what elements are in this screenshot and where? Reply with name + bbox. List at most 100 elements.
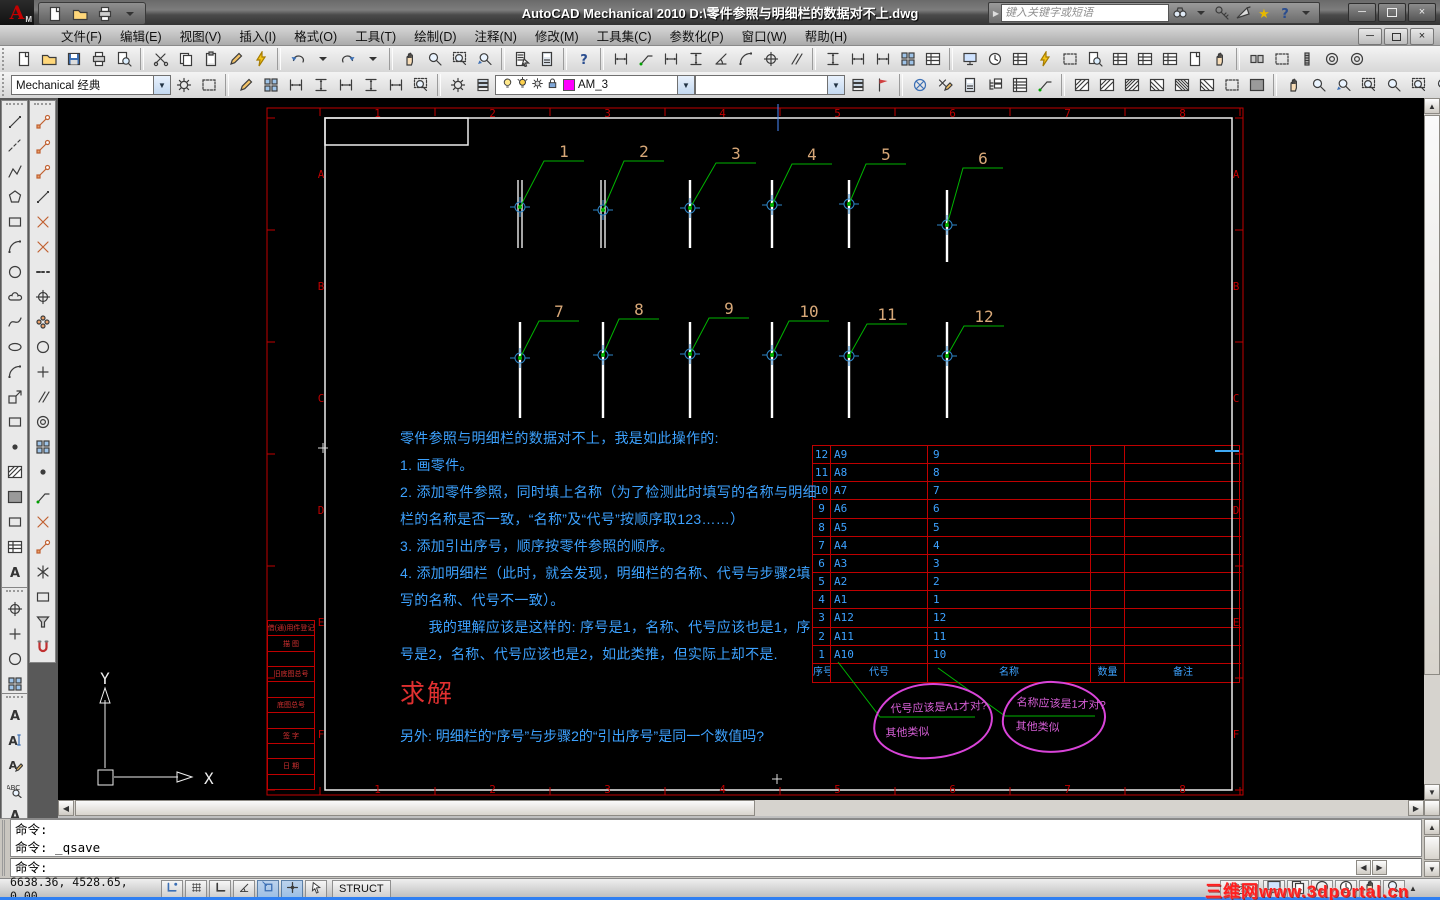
dim-insert-button[interactable] <box>308 74 333 97</box>
search-dropdown-button[interactable] <box>1192 2 1210 25</box>
zoom-previous-button[interactable] <box>472 48 497 71</box>
zoom-window2-button[interactable] <box>1356 74 1381 97</box>
zoom-scale-button[interactable] <box>1406 74 1431 97</box>
layer-dropdown-icon[interactable]: ▼ <box>677 76 694 94</box>
toolbar-grip[interactable] <box>2 74 9 96</box>
command-history[interactable]: 命令: 命令: _qsave <box>10 819 1422 857</box>
construction-diag-button[interactable] <box>30 187 55 212</box>
revision-date-button[interactable] <box>982 48 1007 71</box>
communication-center-button[interactable] <box>1234 2 1252 25</box>
workspace-save-button[interactable] <box>196 74 221 97</box>
zoom-dynamic-button[interactable] <box>1381 74 1406 97</box>
menu-window[interactable]: 窗口(W) <box>733 24 796 47</box>
spline-button[interactable] <box>2 312 27 337</box>
dim-linear-button[interactable] <box>658 48 683 71</box>
scroll-right-button[interactable]: ▶ <box>1408 800 1424 816</box>
menu-edit[interactable]: 编辑(E) <box>111 24 171 47</box>
vertical-scroll-thumb[interactable] <box>1424 115 1440 675</box>
gradient-button[interactable] <box>2 487 27 512</box>
dim-block-button[interactable] <box>258 74 283 97</box>
qat-plot-button[interactable] <box>92 2 117 25</box>
hatch-ansi34-button[interactable] <box>1144 74 1169 97</box>
bolt-pattern-button[interactable] <box>30 312 55 337</box>
zoom-previous2-button[interactable] <box>1331 74 1356 97</box>
hatch-ansi36-button[interactable] <box>1194 74 1219 97</box>
qat-open-button[interactable] <box>67 2 92 25</box>
circle-center-button[interactable] <box>2 649 27 674</box>
shaft-generator-button[interactable] <box>1244 48 1269 71</box>
structure-tree-button[interactable] <box>982 74 1007 97</box>
hatch-user-button[interactable] <box>1219 74 1244 97</box>
pan-button[interactable] <box>397 48 422 71</box>
otrack-toggle[interactable] <box>281 879 303 898</box>
dash-dot-button[interactable] <box>30 262 55 287</box>
qat-dropdown-button[interactable] <box>117 2 142 25</box>
dim-arrange-button[interactable] <box>358 74 383 97</box>
paste-button[interactable] <box>198 48 223 71</box>
leader-note-button[interactable] <box>633 48 658 71</box>
zoom-extents-button[interactable] <box>1431 74 1440 97</box>
table-update-button[interactable] <box>1157 48 1182 71</box>
horizontal-scrollbar[interactable]: ◀ ▶ <box>58 800 1424 816</box>
make-block-button[interactable] <box>2 412 27 437</box>
find-text-button[interactable]: ABC <box>2 780 27 805</box>
edit-dimension-button[interactable] <box>233 74 258 97</box>
menu-toolsets[interactable]: 工具集(C) <box>588 24 661 47</box>
drawing-restore-button[interactable] <box>1384 28 1408 45</box>
object-stack-button[interactable] <box>845 74 870 97</box>
layer-plot-icon[interactable] <box>531 77 544 93</box>
quickcalc-button[interactable] <box>534 48 559 71</box>
symbol-edit-button[interactable] <box>932 74 957 97</box>
plot-preview-button[interactable] <box>111 48 136 71</box>
ball-symbol-button[interactable] <box>30 337 55 362</box>
hole-center-button[interactable] <box>30 287 55 312</box>
rectangle-button[interactable] <box>2 212 27 237</box>
multiline-text2-button[interactable]: A <box>2 730 27 755</box>
table-insert-button[interactable] <box>1107 48 1132 71</box>
construction-line-button[interactable] <box>2 137 27 162</box>
help-button[interactable]: ? <box>571 48 596 71</box>
app-minimize-button[interactable]: ─ <box>1348 3 1376 22</box>
app-restore-button[interactable] <box>1378 3 1406 22</box>
layer-previous-button[interactable] <box>470 74 495 97</box>
single-text-button[interactable]: A <box>2 705 27 730</box>
menu-insert[interactable]: 插入(I) <box>230 24 285 47</box>
power-snap-button[interactable] <box>30 637 55 662</box>
dim-stack-button[interactable] <box>895 48 920 71</box>
dim-ordinate-button[interactable] <box>683 48 708 71</box>
node-line-button[interactable] <box>30 112 55 137</box>
screw-connection-button[interactable] <box>1294 48 1319 71</box>
style-dropdown-icon[interactable]: ▼ <box>827 76 844 94</box>
bearing-outer-button[interactable] <box>1319 48 1344 71</box>
cut-button[interactable] <box>148 48 173 71</box>
dim-baseline-button[interactable] <box>845 48 870 71</box>
ortho-toggle[interactable] <box>209 879 231 898</box>
revcloud-button[interactable] <box>2 287 27 312</box>
layer-thaw-icon[interactable] <box>516 76 529 93</box>
scroll-down-button[interactable]: ▼ <box>1424 784 1440 800</box>
hatch-ansi35-button[interactable] <box>1169 74 1194 97</box>
redo-button[interactable] <box>335 48 360 71</box>
infocenter-search-button[interactable] <box>1171 2 1189 25</box>
menu-help[interactable]: 帮助(H) <box>796 24 856 47</box>
workspace-settings-button[interactable] <box>171 74 196 97</box>
parts-list-button[interactable] <box>1007 74 1032 97</box>
scroll-up-button[interactable]: ▲ <box>1424 98 1440 114</box>
undo-dropdown-button[interactable] <box>310 48 335 71</box>
circle-button[interactable] <box>2 262 27 287</box>
snowflake-button[interactable] <box>30 562 55 587</box>
symbol-off-button[interactable] <box>907 74 932 97</box>
menu-draw[interactable]: 绘制(D) <box>405 24 465 47</box>
toolbar-grip[interactable] <box>6 696 23 703</box>
hatch-ansi32-button[interactable] <box>1094 74 1119 97</box>
menu-modify[interactable]: 修改(M) <box>526 24 588 47</box>
power-dimension-button[interactable] <box>608 48 633 71</box>
menu-file[interactable]: 文件(F) <box>52 24 111 47</box>
ellipse-button[interactable] <box>2 337 27 362</box>
block-editor-button[interactable] <box>248 48 273 71</box>
field-insert-button[interactable] <box>1032 48 1057 71</box>
dim-stretch-button[interactable] <box>333 74 358 97</box>
leader-circle-button[interactable] <box>30 487 55 512</box>
copy-button[interactable] <box>173 48 198 71</box>
table-button[interactable] <box>2 537 27 562</box>
